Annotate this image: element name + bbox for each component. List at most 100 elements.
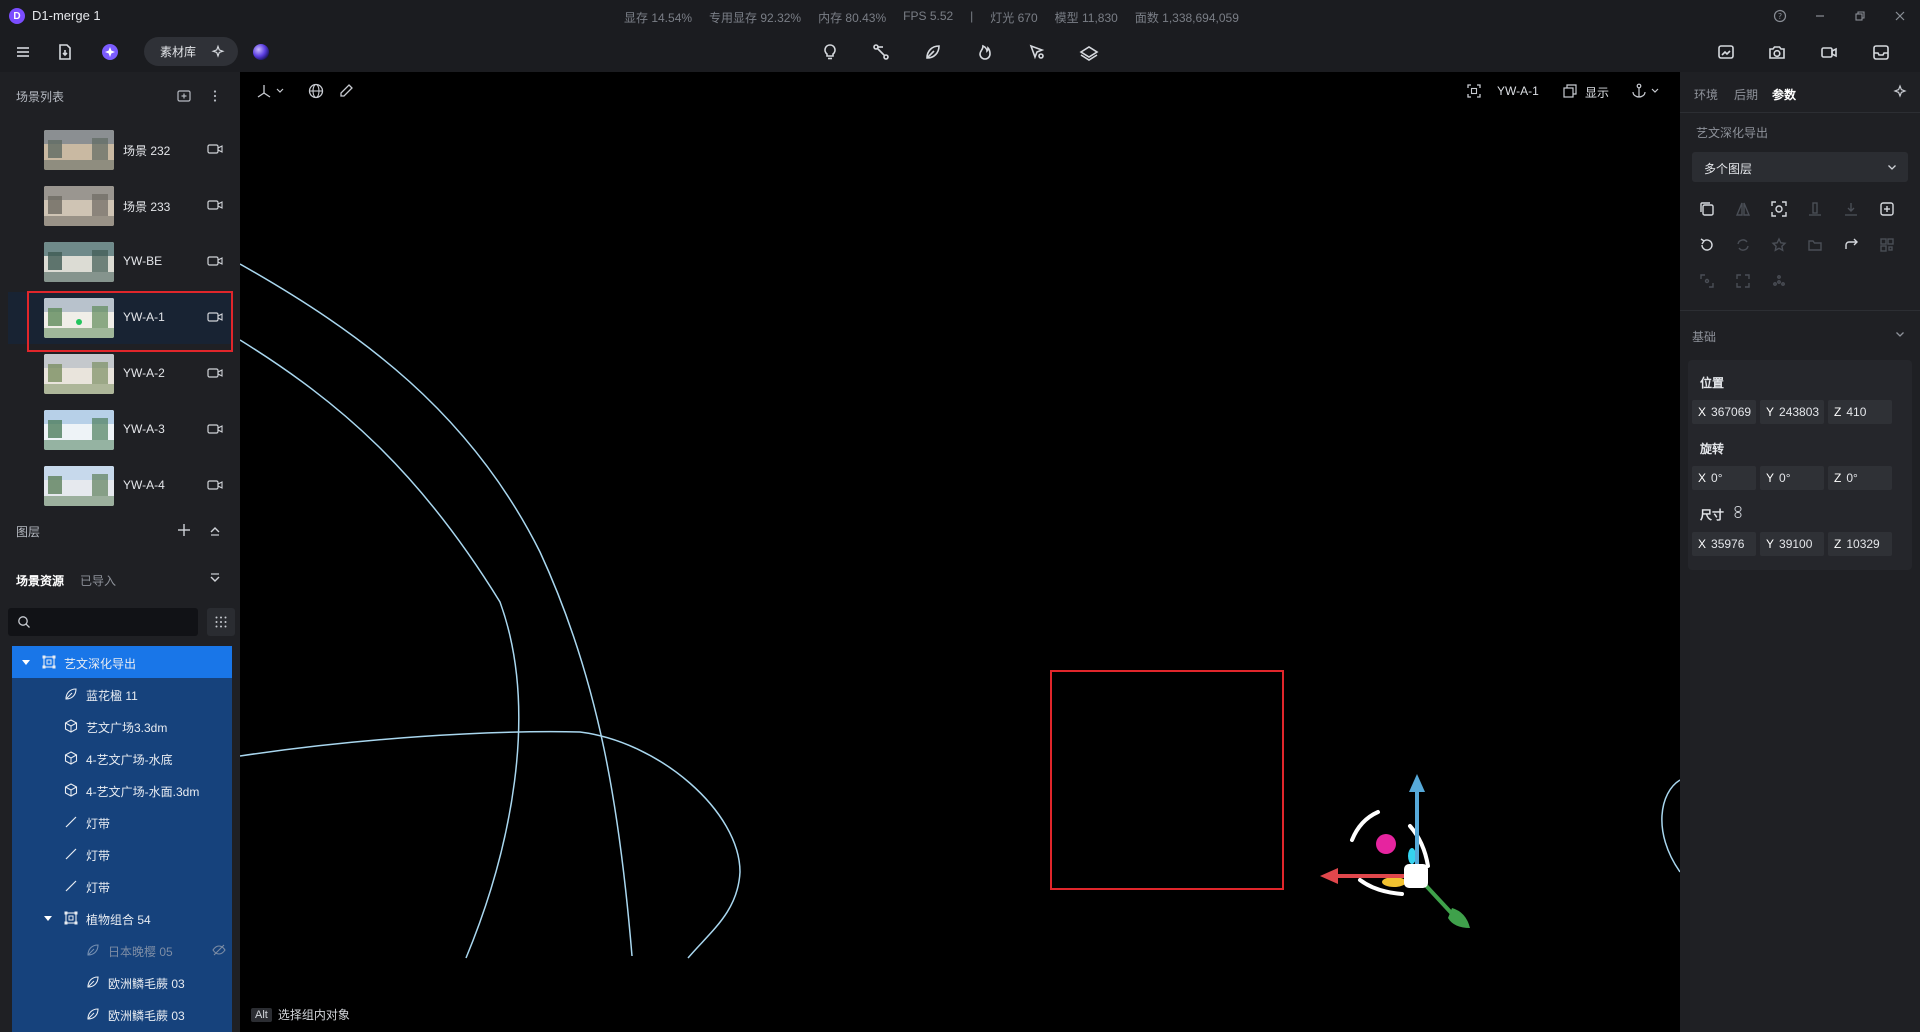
favorite-icon[interactable] (1770, 236, 1790, 256)
scene-item[interactable]: YW-A-2 (8, 348, 232, 400)
ai-sparkle-icon[interactable] (1892, 84, 1908, 100)
more-options-icon[interactable] (207, 88, 223, 104)
camera-name-label[interactable]: YW-A-1 (1497, 84, 1539, 98)
scene-item[interactable]: 场景 233 (8, 180, 232, 232)
size-z-field[interactable]: Z 10329 (1828, 532, 1892, 556)
rotation-y-field[interactable]: Y 0° (1760, 466, 1824, 490)
scatter-icon[interactable] (1698, 272, 1718, 292)
rotate-x-handle[interactable] (1376, 834, 1396, 854)
dots-distribute-icon[interactable] (1770, 272, 1790, 292)
tree-root-item[interactable]: 艺文深化导出 (12, 646, 232, 678)
tab-environment[interactable]: 环境 (1694, 86, 1718, 103)
expand-caret-icon[interactable] (44, 916, 52, 921)
basic-collapse-chevron-icon[interactable] (1894, 328, 1906, 340)
video-record-icon[interactable] (1816, 39, 1842, 65)
add-scene-icon[interactable] (176, 88, 192, 104)
folder-icon[interactable] (1806, 236, 1826, 256)
material-sphere-icon[interactable] (248, 39, 274, 65)
rotation-z-field[interactable]: Z 0° (1828, 466, 1892, 490)
refresh-icon[interactable] (1734, 236, 1754, 256)
library-button[interactable]: 素材库 (144, 37, 238, 66)
tree-item[interactable]: 艺文广场3.3dm (12, 710, 232, 742)
add-to-library-icon[interactable] (1878, 200, 1898, 220)
path-tool-icon[interactable] (868, 39, 894, 65)
ground-plane-icon[interactable] (1076, 39, 1102, 65)
tree-item[interactable]: 4-艺文广场-水面.3dm (12, 774, 232, 806)
select-path-icon[interactable] (1024, 39, 1050, 65)
scene-camera-icon[interactable] (207, 367, 223, 379)
focus-frame-icon[interactable] (1466, 83, 1482, 99)
add-layer-icon[interactable] (176, 522, 192, 538)
tab-post-processing[interactable]: 后期 (1734, 86, 1758, 103)
expand-caret-icon[interactable] (22, 660, 30, 665)
tree-item[interactable]: 灯带 (12, 806, 232, 838)
transform-gizmo[interactable] (1300, 752, 1514, 952)
tab-parameters[interactable]: 参数 (1772, 86, 1796, 103)
display-menu-label[interactable]: 显示 (1585, 84, 1609, 101)
tree-item[interactable]: 日本晚樱 05 (12, 934, 232, 966)
drop-to-ground-icon[interactable] (1842, 200, 1862, 220)
grid-view-button[interactable] (207, 608, 235, 636)
position-x-field[interactable]: X 367069 (1692, 400, 1756, 424)
duplicate-icon[interactable] (1698, 200, 1718, 220)
light-bulb-icon[interactable] (817, 39, 843, 65)
tree-item[interactable]: 灯带 (12, 838, 232, 870)
scene-camera-icon[interactable] (207, 311, 223, 323)
eye-hidden-icon[interactable] (212, 944, 226, 956)
scene-item[interactable]: YW-BE (8, 236, 232, 288)
qr-group-icon[interactable] (1878, 236, 1898, 256)
position-z-field[interactable]: Z 410 (1828, 400, 1892, 424)
expand-icon[interactable] (1734, 272, 1754, 292)
ai-assistant-icon[interactable] (97, 39, 123, 65)
scene-item[interactable]: 场景 232 (8, 124, 232, 176)
scene-camera-icon[interactable] (207, 479, 223, 491)
size-x-field[interactable]: X 35976 (1692, 532, 1756, 556)
close-icon[interactable] (1890, 6, 1910, 26)
scene-camera-icon[interactable] (207, 143, 223, 155)
tab-imported[interactable]: 已导入 (80, 572, 116, 589)
tree-item[interactable]: 欧洲鳞毛蕨 03 (12, 998, 232, 1030)
anchor-dropdown-icon[interactable] (1630, 82, 1664, 100)
align-bottom-icon[interactable] (1806, 200, 1826, 220)
scene-camera-icon[interactable] (207, 423, 223, 435)
tree-item[interactable]: 植物组合 54 (12, 902, 232, 934)
scene-item[interactable]: YW-A-4 (8, 460, 232, 506)
filter-dropdown-icon[interactable] (207, 571, 223, 587)
scene-item[interactable]: YW-A-1 (8, 292, 232, 344)
scene-camera-icon[interactable] (207, 199, 223, 211)
scene-camera-icon[interactable] (207, 255, 223, 267)
reset-icon[interactable] (1698, 236, 1718, 256)
help-icon[interactable]: ? (1770, 6, 1790, 26)
resource-search-input[interactable] (8, 608, 198, 636)
vegetation-leaf-icon[interactable] (920, 39, 946, 65)
tree-item[interactable]: 欧洲鳞毛蕨 03 (12, 966, 232, 998)
render-output-icon[interactable] (1868, 39, 1894, 65)
3d-viewport[interactable]: YW-A-1 显示 (240, 72, 1680, 1032)
transform-axis-icon[interactable] (256, 82, 288, 100)
camera-snapshot-icon[interactable] (1764, 39, 1790, 65)
mirror-icon[interactable] (1734, 200, 1754, 220)
file-sync-icon[interactable] (52, 39, 78, 65)
size-y-field[interactable]: Y 39100 (1760, 532, 1824, 556)
fire-effect-icon[interactable] (972, 39, 998, 65)
collapse-layers-icon[interactable] (207, 522, 223, 538)
tree-item[interactable]: 蓝花楹 11 (12, 678, 232, 710)
rotate-y-handle[interactable] (1408, 848, 1416, 864)
replace-icon[interactable] (1842, 236, 1862, 256)
rotation-x-field[interactable]: X 0° (1692, 466, 1756, 490)
link-proportions-icon[interactable] (1732, 505, 1744, 519)
tab-scene-resources[interactable]: 场景资源 (16, 572, 64, 589)
scene-item[interactable]: YW-A-3 (8, 404, 232, 456)
minimize-icon[interactable] (1810, 6, 1830, 26)
globe-icon[interactable] (307, 82, 325, 100)
display-layers-icon[interactable] (1562, 83, 1578, 99)
rotate-z-handle[interactable] (1382, 877, 1406, 887)
export-image-icon[interactable] (1713, 39, 1739, 65)
restore-icon[interactable] (1850, 6, 1870, 26)
position-y-field[interactable]: Y 243803 (1760, 400, 1824, 424)
eyedropper-icon[interactable] (337, 82, 355, 100)
focus-object-icon[interactable] (1770, 200, 1790, 220)
gizmo-center-handle[interactable] (1404, 864, 1428, 888)
tree-item[interactable]: 灯带 (12, 870, 232, 902)
layer-dropdown[interactable]: 多个图层 (1692, 152, 1908, 182)
